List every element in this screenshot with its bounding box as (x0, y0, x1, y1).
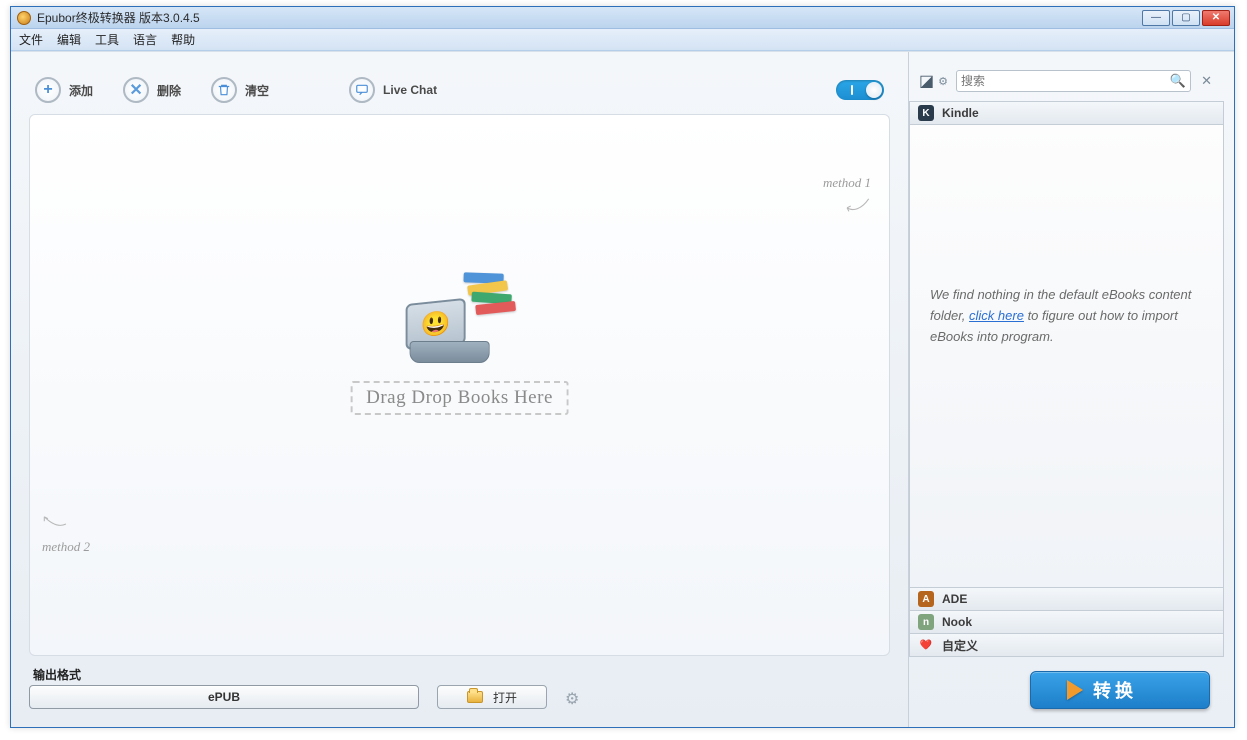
source-nook-label: Nook (942, 615, 972, 629)
menu-help[interactable]: 帮助 (171, 31, 195, 48)
chat-icon (349, 77, 375, 103)
add-label: 添加 (69, 82, 93, 99)
source-kindle-body: We find nothing in the default eBooks co… (909, 125, 1224, 588)
main-panel: + 添加 ✕ 删除 清空 Live Chat (11, 52, 908, 727)
search-input[interactable] (961, 74, 1170, 88)
trash-icon (211, 77, 237, 103)
convert-label: 转换 (1093, 677, 1137, 703)
plus-icon: + (35, 77, 61, 103)
add-button[interactable]: + 添加 (35, 77, 93, 103)
output-row: 输出格式 ePUB 打开 ⚙ (29, 656, 890, 715)
arrow-curve-icon (843, 197, 871, 215)
menu-language[interactable]: 语言 (133, 31, 157, 48)
minimize-button[interactable]: — (1142, 10, 1170, 26)
x-icon: ✕ (123, 77, 149, 103)
convert-button[interactable]: 转换 (1030, 671, 1210, 709)
panel-toggle[interactable] (836, 80, 884, 100)
output-format-select[interactable]: ePUB (29, 685, 419, 709)
window-title: Epubor终极转换器 版本3.0.4.5 (37, 9, 1140, 26)
library-topbar: ◪ ⚙ 🔍 ✕ (909, 70, 1224, 102)
menubar: 文件 编辑 工具 语言 帮助 (11, 29, 1234, 51)
delete-button[interactable]: ✕ 删除 (123, 77, 181, 103)
app-icon (17, 11, 31, 25)
clear-button[interactable]: 清空 (211, 77, 269, 103)
menu-file[interactable]: 文件 (19, 31, 43, 48)
folder-icon (467, 691, 483, 703)
clear-search-button[interactable]: ✕ (1199, 73, 1214, 89)
livechat-label: Live Chat (383, 83, 437, 97)
library-settings-icon[interactable]: ⚙ (938, 75, 948, 88)
open-folder-button[interactable]: 打开 (437, 685, 547, 709)
search-field[interactable]: 🔍 (956, 70, 1191, 92)
ade-icon: A (918, 591, 934, 607)
output-format-value: ePUB (208, 690, 240, 704)
drop-label: Drag Drop Books Here (350, 381, 569, 415)
arrow-right-icon (1067, 680, 1083, 700)
heart-icon: ❤️ (918, 637, 934, 653)
kindle-icon: K (918, 105, 934, 121)
source-kindle[interactable]: K Kindle (909, 101, 1224, 125)
delete-label: 删除 (157, 82, 181, 99)
output-format-group: 输出格式 ePUB (29, 666, 419, 709)
search-icon[interactable]: 🔍 (1170, 73, 1186, 89)
arrow-curve-icon (42, 515, 70, 533)
source-custom[interactable]: ❤️ 自定义 (909, 633, 1224, 657)
menu-tools[interactable]: 工具 (95, 31, 119, 48)
empty-msg-link[interactable]: click here (969, 308, 1024, 323)
menu-edit[interactable]: 编辑 (57, 31, 81, 48)
nook-icon: n (918, 614, 934, 630)
open-label: 打开 (493, 689, 517, 706)
close-button[interactable]: ✕ (1202, 10, 1230, 26)
toggle-indicator-icon (851, 85, 853, 95)
method-1-label: method 1 (823, 175, 871, 191)
source-custom-label: 自定义 (942, 637, 978, 654)
clear-label: 清空 (245, 82, 269, 99)
library-panel: ◪ ⚙ 🔍 ✕ K Kindle We find nothing in the … (908, 52, 1234, 727)
library-icon: ◪ (919, 71, 934, 91)
mascot-illustration: 😃 (399, 269, 519, 369)
toggle-knob-icon (866, 82, 882, 98)
convert-row: 转换 (909, 657, 1224, 715)
source-ade-label: ADE (942, 592, 967, 606)
maximize-button[interactable]: ▢ (1172, 10, 1200, 26)
hint-method-2: method 2 (42, 515, 90, 555)
toolbar: + 添加 ✕ 删除 清空 Live Chat (29, 70, 890, 110)
drop-center: 😃 Drag Drop Books Here (350, 269, 569, 415)
titlebar: Epubor终极转换器 版本3.0.4.5 — ▢ ✕ (11, 7, 1234, 29)
source-ade[interactable]: A ADE (909, 587, 1224, 611)
hint-method-1: method 1 (823, 175, 871, 215)
method-2-label: method 2 (42, 539, 90, 555)
drop-zone[interactable]: method 1 method 2 😃 Drag Drop Books Here (29, 114, 890, 656)
settings-gear-icon[interactable]: ⚙ (565, 689, 579, 709)
source-kindle-label: Kindle (942, 106, 979, 120)
app-window: Epubor终极转换器 版本3.0.4.5 — ▢ ✕ 文件 编辑 工具 语言 … (10, 6, 1235, 728)
livechat-button[interactable]: Live Chat (349, 77, 437, 103)
source-nook[interactable]: n Nook (909, 610, 1224, 634)
output-format-label: 输出格式 (29, 666, 419, 683)
